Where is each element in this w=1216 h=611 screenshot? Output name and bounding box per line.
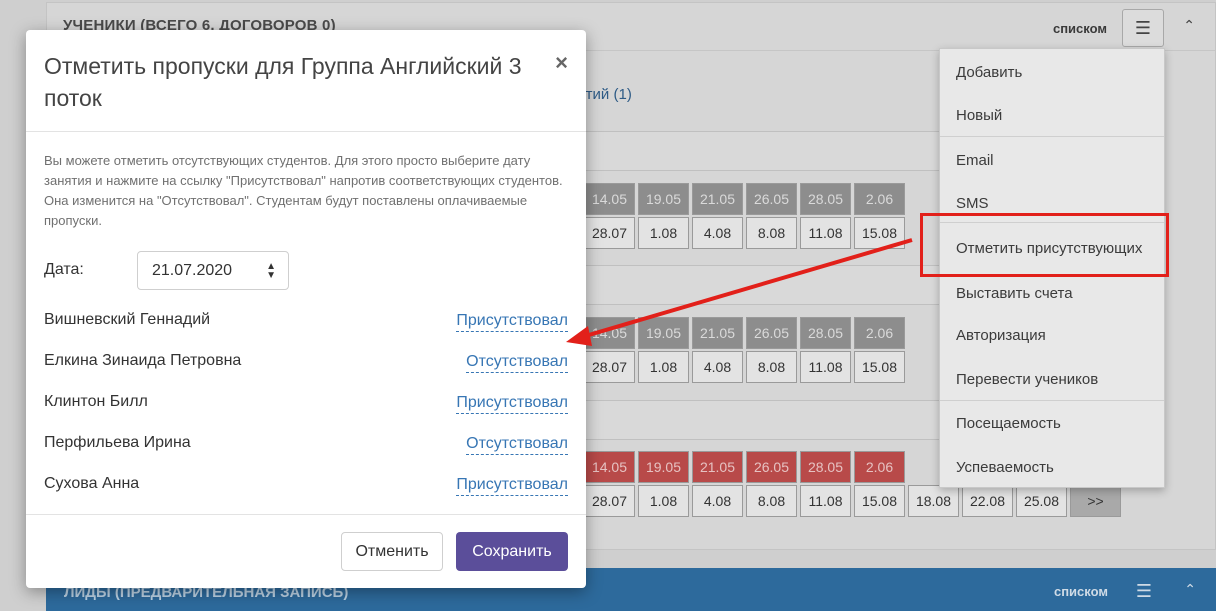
date-grid: 12.0514.0519.0521.0526.0528.052.0625.072… [530,183,905,249]
modal-title: Отметить пропуски для Группа Английский … [44,53,522,111]
lesson-date-cell[interactable]: 2.06 [854,183,905,215]
menu-item-issue-invoices[interactable]: Выставить счета [956,285,1073,302]
attendance-toggle-link[interactable]: Отсутствовал [466,352,568,373]
list-view-toggle[interactable]: списком [1053,21,1107,36]
lesson-date-cell[interactable]: 28.07 [584,351,635,383]
mark-absences-modal: Отметить пропуски для Группа Английский … [26,30,586,588]
cancel-button[interactable]: Отменить [341,532,443,571]
lesson-date-cell[interactable]: 1.08 [638,217,689,249]
lesson-date-cell[interactable]: 28.07 [584,485,635,517]
attendance-toggle-link[interactable]: Присутствовал [456,475,568,496]
save-button[interactable]: Сохранить [456,532,568,571]
attendance-toggle-link[interactable]: Присутствовал [456,311,568,332]
hamburger-icon: ☰ [1134,17,1152,38]
lesson-date-cell[interactable]: 2.06 [854,317,905,349]
lesson-date-cell[interactable]: 4.08 [692,485,743,517]
lesson-date-cell[interactable]: 28.05 [800,451,851,483]
student-name: Вишневский Геннадий [44,311,211,328]
hamburger-icon[interactable]: ☰ [1136,581,1152,602]
attendance-toggle-link[interactable]: Присутствовал [456,393,568,414]
lesson-date-cell[interactable]: 15.08 [854,485,905,517]
lesson-date-cell[interactable]: 19.05 [638,451,689,483]
lesson-date-cell[interactable]: 26.05 [746,451,797,483]
attendance-toggle-link[interactable]: Отсутствовал [466,434,568,455]
lesson-date-cell[interactable]: 4.08 [692,351,743,383]
lesson-date-cell[interactable]: 1.08 [638,351,689,383]
student-name: Елкина Зинаида Петровна [44,352,242,369]
leads-list-toggle[interactable]: списком [1054,584,1108,599]
student-row: Перфильева Ирина Отсутствовал [44,434,568,458]
lesson-date-cell[interactable]: 25.08 [1016,485,1067,517]
lesson-date-cell[interactable]: 21.05 [692,183,743,215]
lesson-date-cell[interactable]: 14.05 [584,317,635,349]
lesson-date-cell[interactable]: 8.08 [746,351,797,383]
date-select[interactable]: 21.07.2020 ▲ ▼ [137,251,289,290]
lesson-date-cell[interactable]: 18.08 [908,485,959,517]
lesson-date-cell[interactable]: 1.08 [638,485,689,517]
lesson-date-cell[interactable]: 22.08 [962,485,1013,517]
student-name: Клинтон Билл [44,393,148,410]
lesson-date-cell[interactable]: 28.05 [800,317,851,349]
student-row: Клинтон Билл Присутствовал [44,393,568,417]
actions-menu-button[interactable]: ☰ [1122,9,1164,47]
next-dates-button[interactable]: >> [1070,485,1121,517]
lesson-date-cell[interactable]: 26.05 [746,183,797,215]
menu-item-sms[interactable]: SMS [956,195,989,212]
lesson-date-cell[interactable]: 2.06 [854,451,905,483]
sort-arrows-icon: ▲ ▼ [266,261,276,281]
date-label: Дата: [44,261,84,278]
lesson-date-cell[interactable]: 15.08 [854,351,905,383]
menu-item-authorization[interactable]: Авторизация [956,327,1046,344]
lesson-date-cell[interactable]: 4.08 [692,217,743,249]
menu-item-transfer-students[interactable]: Перевести учеников [956,371,1098,388]
lesson-date-cell[interactable]: 19.05 [638,317,689,349]
lesson-date-cell[interactable]: 19.05 [638,183,689,215]
menu-item-new[interactable]: Новый [956,107,1002,124]
menu-item-add[interactable]: Добавить [956,64,1022,81]
modal-description: Вы можете отметить отсутствующих студент… [44,153,563,228]
menu-divider [940,136,1164,137]
student-name: Перфильева Ирина [44,434,191,451]
student-row: Елкина Зинаида Петровна Отсутствовал [44,352,568,376]
lesson-date-cell[interactable]: 8.08 [746,485,797,517]
lesson-date-cell[interactable]: 8.08 [746,217,797,249]
chevron-up-icon[interactable]: ⌃ [1184,581,1196,598]
chevron-up-icon[interactable]: ⌃ [1183,17,1195,34]
menu-item-email[interactable]: Email [956,152,994,169]
lesson-date-cell[interactable]: 21.05 [692,317,743,349]
lesson-date-cell[interactable]: 26.05 [746,317,797,349]
lesson-date-cell[interactable]: 11.08 [800,485,851,517]
student-row: Вишневский Геннадий Присутствовал [44,311,568,335]
highlight-annotation [920,213,1169,277]
lesson-date-cell[interactable]: 21.05 [692,451,743,483]
modal-header: Отметить пропуски для Группа Английский … [26,30,586,132]
close-icon[interactable]: × [555,50,568,76]
menu-divider [940,400,1164,401]
lesson-date-cell[interactable]: 15.08 [854,217,905,249]
lesson-date-cell[interactable]: 14.05 [584,451,635,483]
lesson-date-cell[interactable]: 14.05 [584,183,635,215]
lesson-date-cell[interactable]: 11.08 [800,217,851,249]
lesson-date-cell[interactable]: 11.08 [800,351,851,383]
lesson-date-cell[interactable]: 28.07 [584,217,635,249]
student-name: Сухова Анна [44,475,140,492]
lesson-date-cell[interactable]: 28.05 [800,183,851,215]
date-select-value: 21.07.2020 [152,261,233,279]
student-row: Сухова Анна Присутствовал [44,475,568,499]
menu-item-attendance[interactable]: Посещаемость [956,415,1061,432]
date-grid: 12.0514.0519.0521.0526.0528.052.0625.072… [530,317,905,383]
menu-item-performance[interactable]: Успеваемость [956,459,1054,476]
